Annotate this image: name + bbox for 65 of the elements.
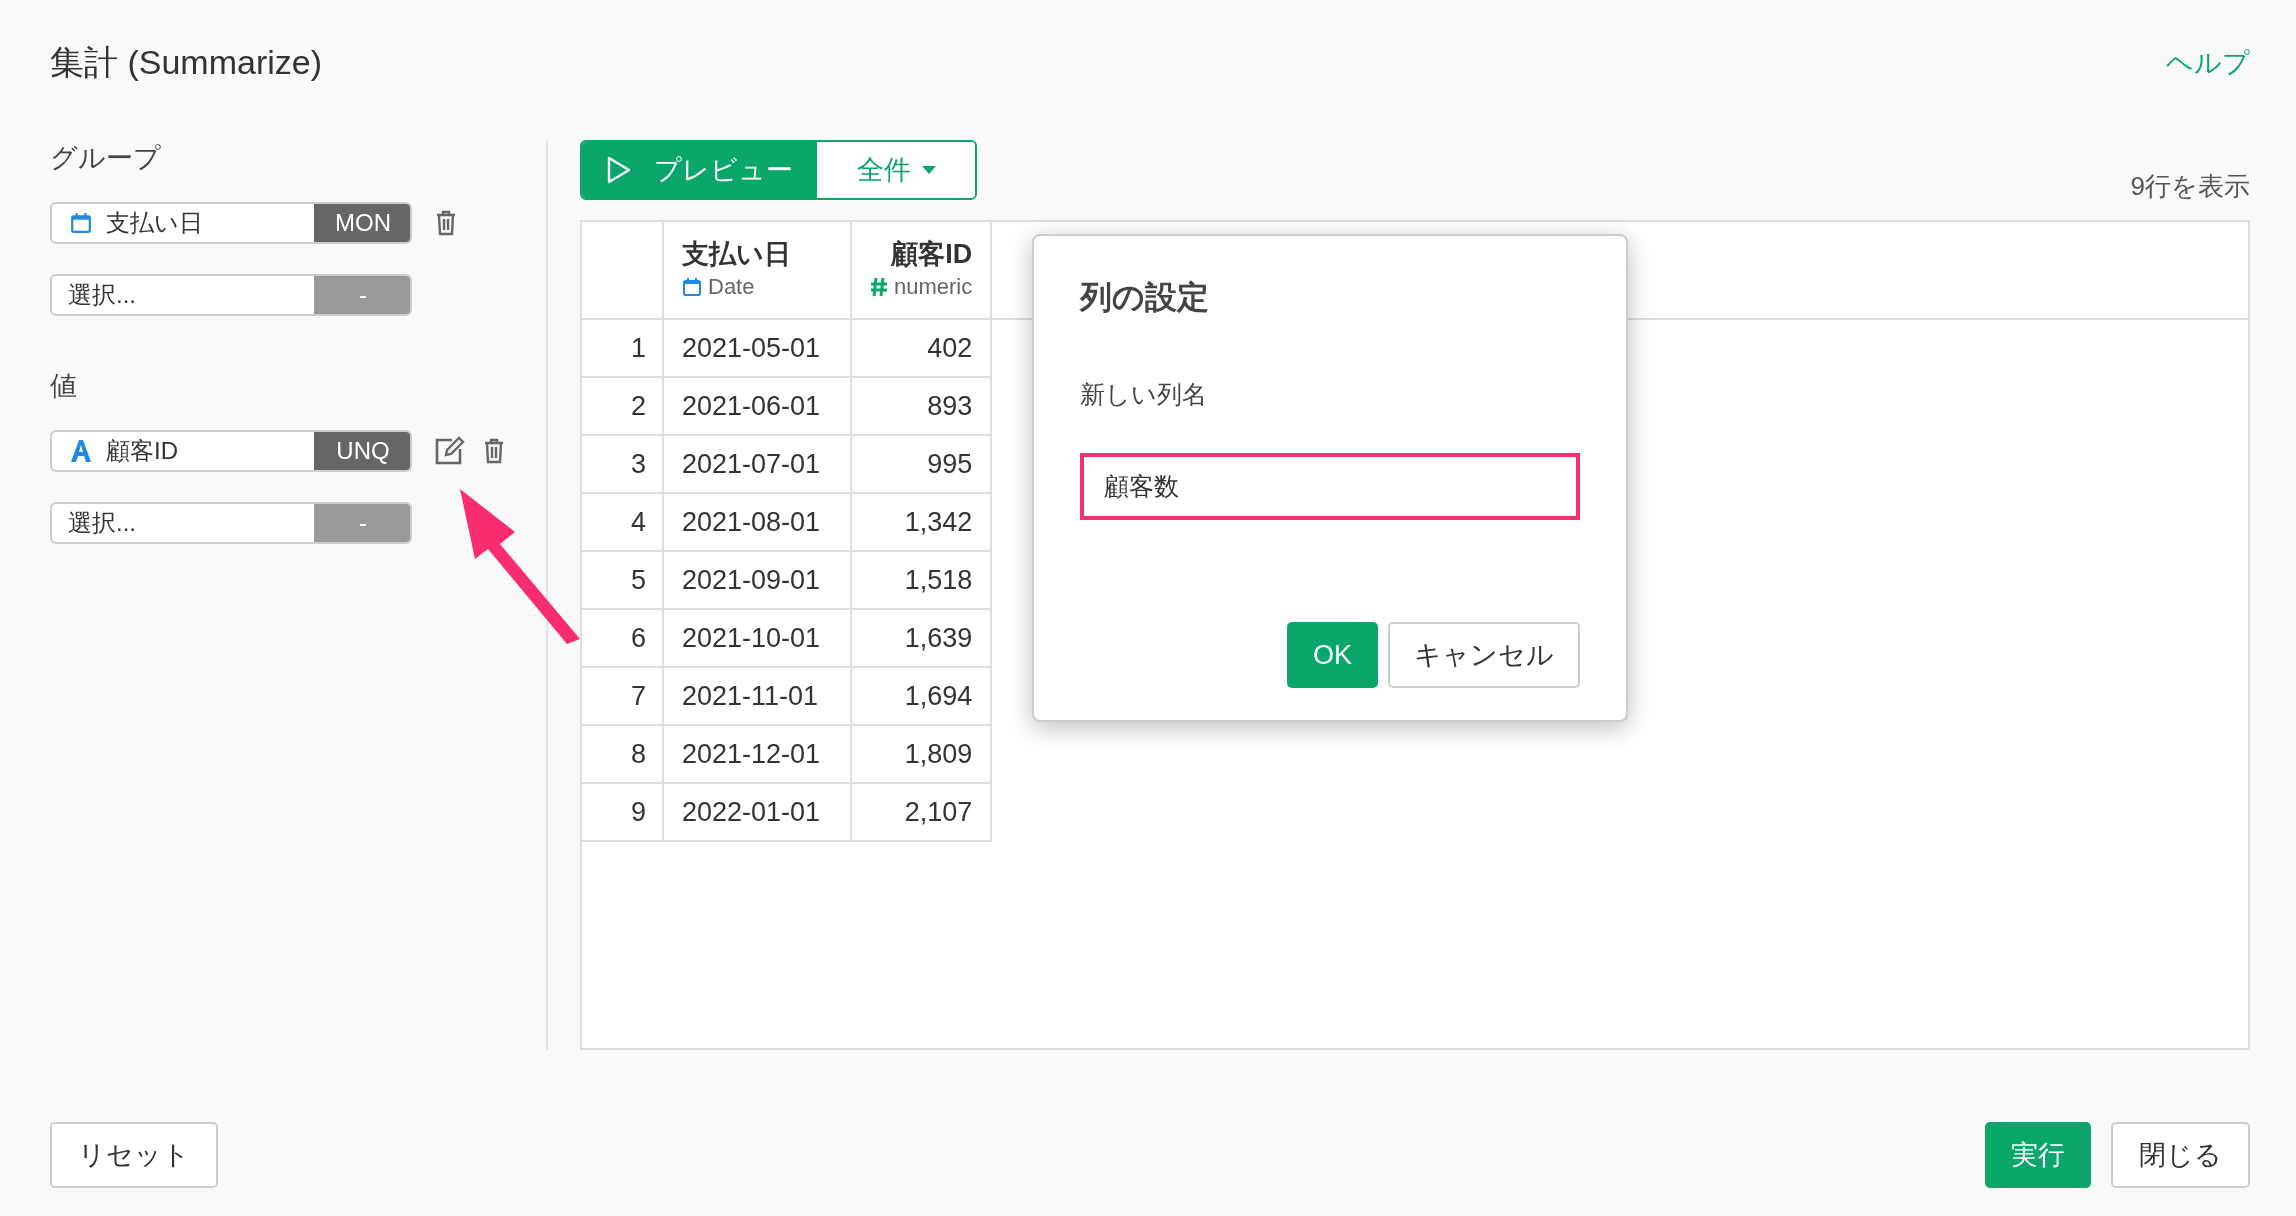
table-cell: 2021-09-01 xyxy=(663,551,851,609)
row-number: 4 xyxy=(582,493,663,551)
table-cell: 2021-08-01 xyxy=(663,493,851,551)
column-header: 支払い日 xyxy=(682,238,792,271)
table-cell: 893 xyxy=(851,377,992,435)
field-name: 支払い日 xyxy=(106,208,203,238)
column-select[interactable]: 選択... - xyxy=(50,502,412,544)
column-type: numeric xyxy=(894,274,973,300)
field-label: 新しい列名 xyxy=(1080,379,1208,410)
table-cell: 1,342 xyxy=(851,493,992,551)
range-dropdown[interactable]: 全件 xyxy=(817,142,975,198)
field-name: 選択... xyxy=(68,508,136,538)
reset-button[interactable]: リセット xyxy=(50,1122,218,1188)
column-header: 顧客ID xyxy=(889,238,973,271)
play-icon xyxy=(606,156,632,184)
row-number: 2 xyxy=(582,377,663,435)
field-name: 顧客ID xyxy=(106,436,178,466)
table-cell: 995 xyxy=(851,435,992,493)
column-field[interactable]: 顧客ID UNQ xyxy=(50,430,412,472)
row-number: 9 xyxy=(582,783,663,841)
row-number: 5 xyxy=(582,551,663,609)
caret-icon xyxy=(921,165,937,175)
aggregation-badge[interactable]: UNQ xyxy=(314,432,410,470)
ok-button[interactable]: OK xyxy=(1287,622,1378,688)
cancel-button[interactable]: キャンセル xyxy=(1388,622,1580,688)
column-type: Date xyxy=(708,274,755,300)
table-cell: 2021-05-01 xyxy=(663,319,851,377)
section-label: グループ xyxy=(50,142,162,175)
table-cell: 2021-07-01 xyxy=(663,435,851,493)
table-cell: 2021-11-01 xyxy=(663,667,851,725)
table-cell: 2021-12-01 xyxy=(663,725,851,783)
row-number: 7 xyxy=(582,667,663,725)
table-cell: 1,694 xyxy=(851,667,992,725)
table-cell: 1,809 xyxy=(851,725,992,783)
calendar-icon xyxy=(70,212,92,234)
dialog-title: 列の設定 xyxy=(1080,278,1210,317)
row-count: 9行を表示 xyxy=(2130,170,2250,203)
column-select[interactable]: 選択... - xyxy=(50,274,412,316)
preview-button[interactable]: プレビュー xyxy=(582,142,817,198)
table-cell: 2022-01-01 xyxy=(663,783,851,841)
table-cell: 1,639 xyxy=(851,609,992,667)
table-cell: 402 xyxy=(851,319,992,377)
page-title: 集計 (Summarize) xyxy=(50,42,323,83)
table-cell: 2021-10-01 xyxy=(663,609,851,667)
calendar-icon xyxy=(682,277,702,297)
column-name-field[interactable]: 顧客数 xyxy=(1080,453,1580,520)
row-number: 6 xyxy=(582,609,663,667)
table-cell: 2021-06-01 xyxy=(663,377,851,435)
letter-type-icon xyxy=(70,439,92,463)
aggregation-badge[interactable]: MON xyxy=(314,204,410,242)
column-field[interactable]: 支払い日 MON xyxy=(50,202,412,244)
row-number: 8 xyxy=(582,725,663,783)
close-button[interactable]: 閉じる xyxy=(2111,1122,2250,1188)
field-name: 選択... xyxy=(68,280,136,310)
run-button[interactable]: 実行 xyxy=(1985,1122,2091,1188)
edit-icon[interactable] xyxy=(434,436,466,466)
trash-icon[interactable] xyxy=(482,437,506,465)
section-label: 値 xyxy=(50,370,78,403)
row-number: 3 xyxy=(582,435,663,493)
hash-icon xyxy=(870,277,888,297)
table-cell: 2,107 xyxy=(851,783,992,841)
row-number: 1 xyxy=(582,319,663,377)
help-link[interactable]: ヘルプ xyxy=(2166,45,2250,81)
table-cell: 1,518 xyxy=(851,551,992,609)
trash-icon[interactable] xyxy=(434,209,458,237)
